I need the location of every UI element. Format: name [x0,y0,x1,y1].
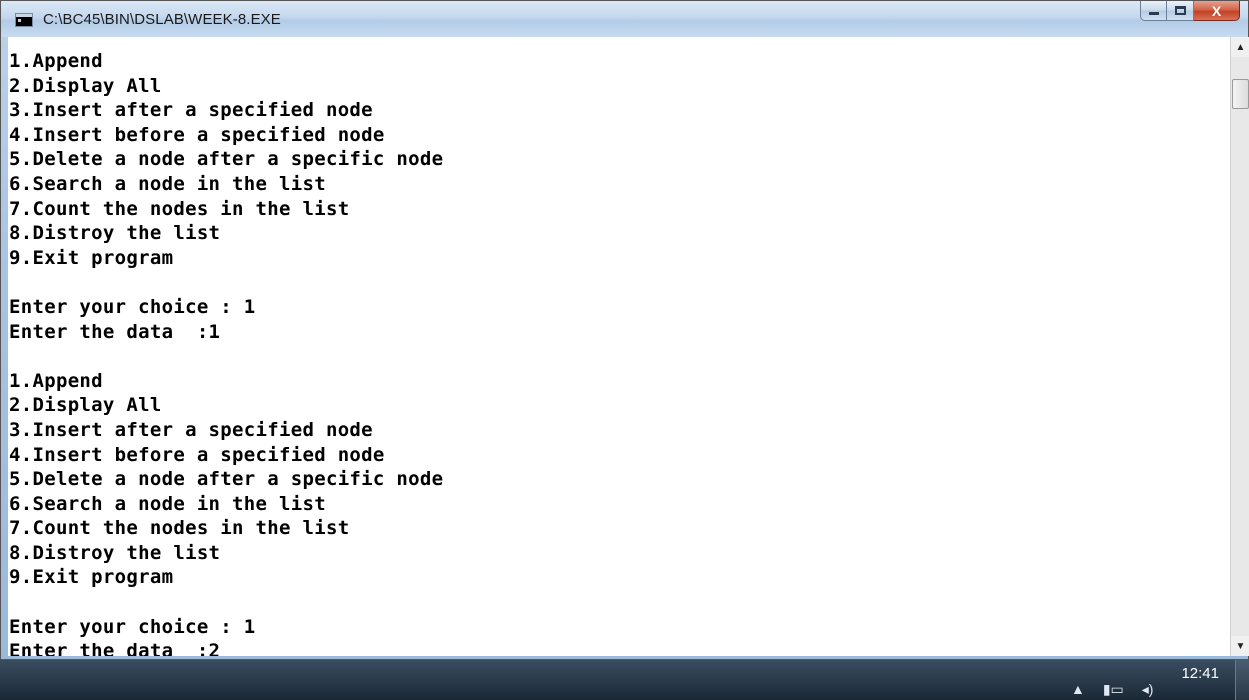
console-line: 2.Display All [9,74,162,97]
show-desktop-button[interactable] [1235,660,1249,700]
console-line: 3.Insert after a specified node [9,99,373,122]
console-line: 8.Distroy the list [9,222,221,245]
system-tray: ▲ ▮▭ ◂) 12:41 [1053,660,1219,700]
console-line: 6.Search a node in the list [9,492,326,515]
scroll-down-button[interactable]: ▼ [1231,636,1249,656]
console-line: 1.Append [9,50,103,72]
console-line: 6.Search a node in the list [9,172,326,195]
scrollbar-thumb[interactable] [1232,79,1249,109]
scroll-up-button[interactable]: ▲ [1231,37,1249,57]
console-line: Enter your choice : 1 [9,295,256,318]
console-line: 9.Exit program [9,246,174,269]
maximize-icon [1174,6,1186,15]
console-line: Enter the data :2 [9,640,221,656]
console-lines: 1.Append 2.Display All 3.Insert after a sp… [8,37,1230,656]
console-line: 9.Exit program [9,566,174,589]
window-title: C:\BC45\BIN\DSLAB\WEEK-8.EXE [43,10,281,28]
console-line: 5.Delete a node after a specific node [9,468,444,491]
console-line: 4.Insert before a specified node [9,123,385,146]
console-line: 1.Append [9,369,103,392]
console-line: 8.Distroy the list [9,541,221,564]
close-icon: X [1211,2,1222,19]
scroll-up-arrow-icon: ▲ [1235,41,1246,53]
title-bar[interactable]: C:\BC45\BIN\DSLAB\WEEK-8.EXE X [1,1,1248,37]
console-line: 3.Insert after a specified node [9,418,373,441]
console-output[interactable]: 1.Append 2.Display All 3.Insert after a sp… [8,37,1230,656]
console-line: 2.Display All [9,394,162,417]
minimize-button[interactable] [1140,1,1167,21]
console-window: C:\BC45\BIN\DSLAB\WEEK-8.EXE X 1.Append 2… [0,0,1249,660]
window-controls: X [1140,1,1240,23]
console-line: 4.Insert before a specified node [9,443,385,466]
console-line: Enter the data :1 [9,320,221,343]
minimize-icon [1148,12,1159,15]
vertical-scrollbar[interactable]: ▲ ▼ [1230,37,1249,656]
show-hidden-icons-icon[interactable]: ▲ [1071,681,1085,697]
network-icon[interactable]: ▮▭ [1103,681,1124,698]
console-line: 7.Count the nodes in the list [9,197,350,220]
console-line: Enter your choice : 1 [9,615,256,638]
console-line: 7.Count the nodes in the list [9,517,350,540]
scroll-down-arrow-icon: ▼ [1235,640,1246,652]
console-line: 5.Delete a node after a specific node [9,148,444,171]
maximize-button[interactable] [1167,1,1194,21]
volume-icon[interactable]: ◂) [1142,681,1154,698]
taskbar: ▲ ▮▭ ◂) 12:41 [0,660,1249,700]
close-button[interactable]: X [1194,1,1240,21]
clock[interactable]: 12:41 [1181,665,1219,682]
console-app-icon[interactable] [15,13,33,27]
